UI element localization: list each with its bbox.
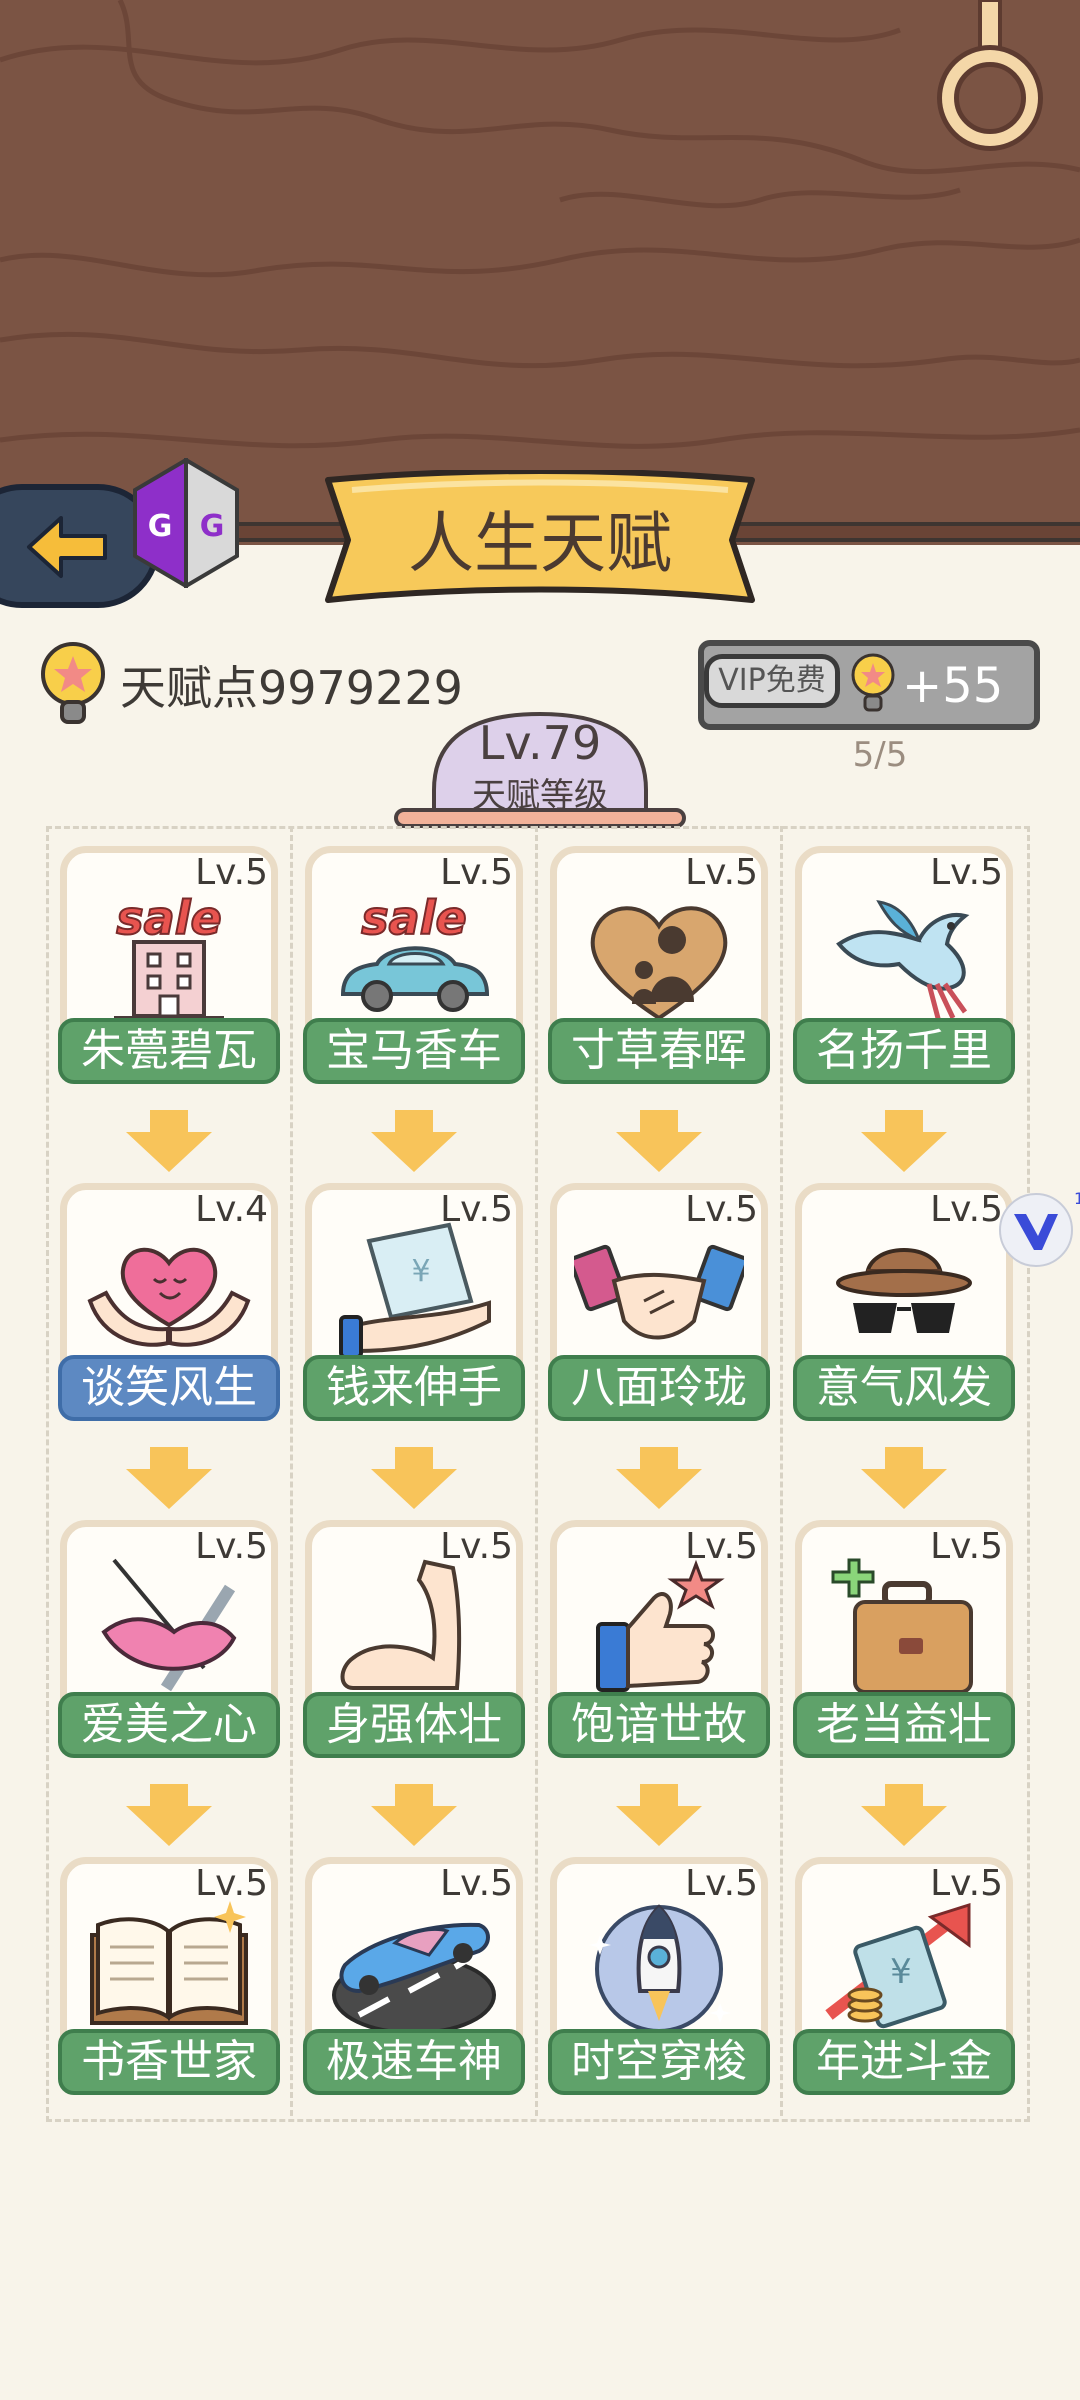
lips-knife-icon [101, 1558, 237, 1692]
talent-card[interactable]: Lv.5 身强体壮 [303, 1520, 525, 1758]
svg-text:¥: ¥ [411, 1254, 430, 1289]
svg-text:sale: sale [361, 891, 466, 945]
rocket-icon [589, 1904, 731, 2033]
talent-card[interactable]: Lv.5 sale 朱甍碧瓦 [58, 846, 280, 1084]
talent-name: 极速车神 [303, 2029, 525, 2095]
arrow-down-icon [861, 1784, 947, 1846]
talent-name: 钱来伸手 [303, 1355, 525, 1421]
grid-divider [290, 826, 293, 2116]
talent-name: 寸草春晖 [548, 1018, 770, 1084]
money-up-icon: ¥ [825, 1902, 971, 2029]
heart-hands-icon [87, 1247, 251, 1347]
talent-name: 时空穿梭 [548, 2029, 770, 2095]
lightbulb-star-icon [41, 642, 105, 724]
race-car-icon [332, 1922, 496, 2035]
arrow-down-icon [616, 1110, 702, 1172]
vip-free-tag: VIP免费 [704, 654, 840, 708]
talent-card[interactable]: Lv.5 八面玲珑 [548, 1183, 770, 1421]
arrow-down-icon [126, 1784, 212, 1846]
talent-name: 名扬千里 [793, 1018, 1015, 1084]
talent-card[interactable]: Lv.5 意气风发 [793, 1183, 1015, 1421]
talent-card[interactable]: Lv.5 书香世家 [58, 1857, 280, 2095]
building-sale-icon: sale [114, 890, 224, 1020]
arrow-down-icon [616, 1447, 702, 1509]
arrow-down-icon [371, 1447, 457, 1509]
talent-name: 朱甍碧瓦 [58, 1018, 280, 1084]
lightbulb-star-icon [851, 653, 895, 712]
arrow-down-icon [861, 1447, 947, 1509]
arrow-down-icon [371, 1110, 457, 1172]
talent-card[interactable]: Lv.4 谈笑风生 [58, 1183, 280, 1421]
money-hand-icon: ¥ [339, 1222, 491, 1359]
level-value: Lv.79 [478, 716, 602, 770]
talent-name: 宝马香车 [303, 1018, 525, 1084]
talent-name: 饱谙世故 [548, 1692, 770, 1758]
thumbs-up-icon [596, 1559, 725, 1692]
arrow-down-icon [861, 1110, 947, 1172]
talent-card[interactable]: Lv.5 老当益壮 [793, 1520, 1015, 1758]
talent-card[interactable]: Lv.5 名扬千里 [793, 846, 1015, 1084]
talent-card[interactable]: Lv.5 爱美之心 [58, 1520, 280, 1758]
svg-text:1: 1 [1074, 1190, 1080, 1208]
talent-card[interactable]: Lv.5 饱谙世故 [548, 1520, 770, 1758]
level-label: 天赋等级 [472, 776, 608, 816]
handshake-icon [574, 1244, 744, 1340]
svg-text:sale: sale [116, 891, 221, 945]
gg-badge-icon[interactable]: G G [133, 458, 239, 588]
talent-name: 意气风发 [793, 1355, 1015, 1421]
bird-icon [836, 900, 970, 1023]
talent-name: 八面玲珑 [548, 1355, 770, 1421]
arrow-down-icon [616, 1784, 702, 1846]
vip-bonus-button[interactable]: VIP免费 +55 [698, 640, 1040, 730]
talent-name: 爱美之心 [58, 1692, 280, 1758]
back-arrow-icon [27, 516, 107, 578]
svg-text:¥: ¥ [890, 1952, 912, 1992]
talent-name: 书香世家 [58, 2029, 280, 2095]
talent-card[interactable]: Lv.5 ¥ 年进斗金 [793, 1857, 1015, 2095]
talent-card[interactable]: Lv.5 ¥ 钱来伸手 [303, 1183, 525, 1421]
talent-card[interactable]: Lv.5 寸草春晖 [548, 846, 770, 1084]
hat-glasses-icon [836, 1248, 972, 1333]
grid-divider [780, 826, 783, 2116]
briefcase-plus-icon [831, 1558, 973, 1694]
talent-name: 身强体壮 [303, 1692, 525, 1758]
talent-name: 年进斗金 [793, 2029, 1015, 2095]
hanging-ring-icon[interactable] [936, 0, 1046, 160]
page-title: 人生天赋 [408, 505, 672, 582]
talent-card[interactable]: Lv.5 时空穿梭 [548, 1857, 770, 2095]
talent-name: 谈笑风生 [58, 1355, 280, 1421]
svg-text:G: G [200, 509, 225, 544]
arrow-down-icon [126, 1110, 212, 1172]
muscle-arm-icon [340, 1559, 462, 1690]
grid-divider [535, 826, 538, 2116]
car-sale-icon: sale [340, 890, 490, 1012]
open-book-icon [90, 1901, 248, 2025]
arrow-down-icon [126, 1447, 212, 1509]
arrow-down-icon [371, 1784, 457, 1846]
floating-v-button[interactable]: 1 [992, 1190, 1080, 1270]
heart-family-icon [590, 906, 728, 1021]
vip-count: 5/5 [852, 735, 908, 775]
vip-bonus-value: +55 [902, 658, 1004, 714]
gg-badge-letter-left: G [148, 509, 173, 544]
talent-card[interactable]: Lv.5 极速车神 [303, 1857, 525, 2095]
talent-points-text: 天赋点9979229 [120, 661, 463, 715]
talent-name: 老当益壮 [793, 1692, 1015, 1758]
talent-card[interactable]: Lv.5 sale 宝马香车 [303, 846, 525, 1084]
